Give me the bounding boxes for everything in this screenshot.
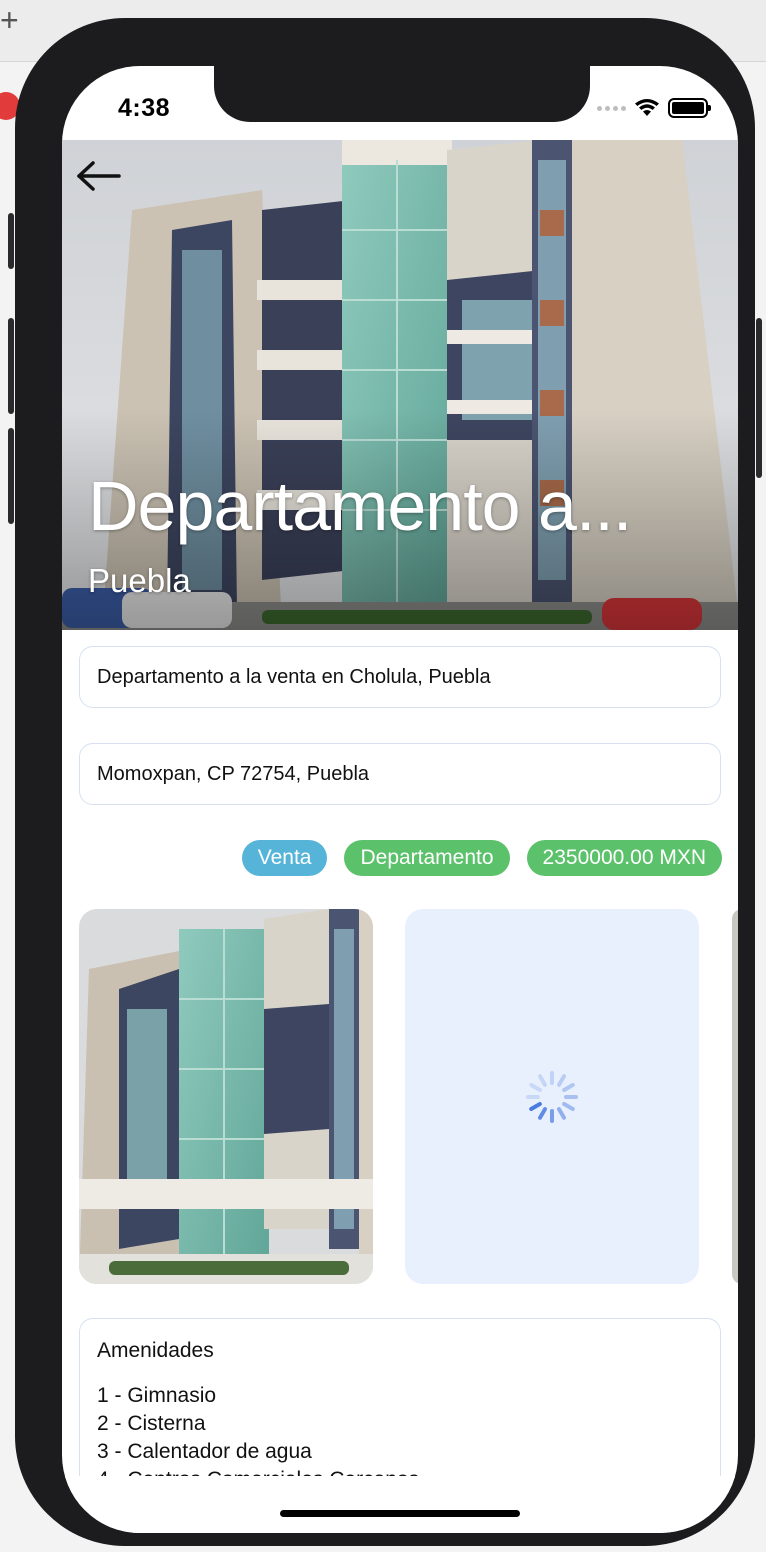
status-icons	[597, 96, 711, 120]
price-badge: 2350000.00 MXN	[526, 840, 722, 876]
building-photo-thumbnail	[79, 909, 373, 1284]
property-name-field[interactable]: Departamento a la venta en Cholula, Pueb…	[79, 646, 721, 708]
power-button	[756, 318, 762, 478]
app-screen: 4:38 Departamento a... Puebla Departamen…	[62, 66, 738, 1533]
plus-icon[interactable]: +	[0, 4, 19, 36]
gallery-image[interactable]	[79, 909, 373, 1284]
hero-image: Departamento a... Puebla	[62, 140, 738, 630]
arrow-left-icon[interactable]	[76, 160, 122, 192]
phone-frame: 4:38 Departamento a... Puebla Departamen…	[8, 18, 762, 1546]
status-time: 4:38	[118, 94, 171, 122]
property-address-field[interactable]: Momoxpan, CP 72754, Puebla	[79, 743, 721, 805]
spinner-icon	[526, 1071, 578, 1123]
type-badge: Departamento	[344, 840, 510, 876]
amenity-item: 3 - Calentador de agua	[97, 1440, 312, 1463]
amenity-item: 1 - Gimnasio	[97, 1384, 217, 1407]
gallery-loading-card[interactable]	[405, 909, 699, 1284]
amenity-item: 2 - Cisterna	[97, 1412, 206, 1435]
mute-switch	[8, 213, 14, 269]
volume-up-button	[8, 318, 14, 414]
operation-badge: Venta	[241, 840, 328, 876]
battery-icon	[668, 98, 711, 118]
property-title: Departamento a...	[88, 467, 632, 545]
home-indicator[interactable]	[280, 1510, 520, 1517]
signal-icon	[597, 105, 626, 111]
notch	[214, 66, 590, 122]
volume-down-button	[8, 428, 14, 524]
badge-row: Venta Departamento 2350000.00 MXN	[241, 840, 722, 876]
gallery-next-image[interactable]	[732, 909, 738, 1284]
building-photo	[62, 140, 738, 630]
wifi-icon	[635, 99, 659, 116]
bottom-safe-area	[62, 1476, 738, 1533]
property-city: Puebla	[88, 562, 191, 599]
amenities-title: Amenidades	[97, 1339, 214, 1362]
